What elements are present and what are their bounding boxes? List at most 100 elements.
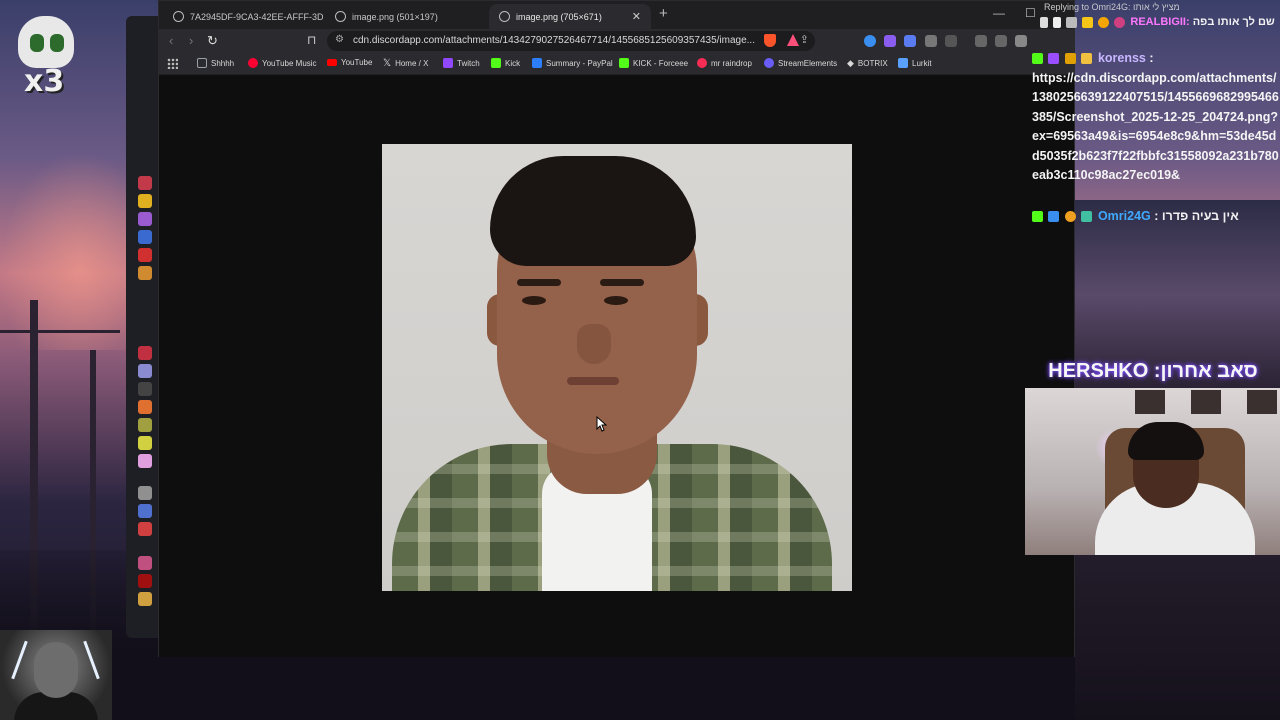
lightning-decoration [11, 640, 28, 680]
bookmark-item[interactable]: Lurkit [898, 58, 932, 68]
bookmark-item[interactable]: Twitch [443, 58, 480, 68]
chat-username[interactable]: Omri24G [1098, 209, 1151, 223]
kick-icon [619, 58, 629, 68]
tab-title: image.png (705×671) [516, 11, 602, 22]
server-icon[interactable] [138, 194, 152, 208]
back-button[interactable]: ‹ [169, 33, 173, 48]
server-icon[interactable] [138, 382, 152, 396]
toolbar: ‹ › ↻ ⊓ ⚙ cdn.discordapp.com/attachments… [159, 29, 1074, 53]
displayed-image[interactable] [382, 144, 852, 591]
extensions-puzzle-icon[interactable] [925, 35, 937, 47]
streamer-avatar [0, 630, 112, 720]
chat-message: Omri24G : אין בעיה פדרו [1032, 209, 1239, 223]
chat-link[interactable]: https://cdn.discordapp.com/attachments/1… [1032, 69, 1280, 186]
url-text: cdn.discordapp.com/attachments/143427902… [353, 35, 755, 46]
emote-eye [30, 34, 44, 52]
tab-2[interactable]: image.png (501×197) [325, 4, 485, 29]
bookmark-label: mr raindrop [711, 58, 752, 68]
bookmark-item[interactable]: YouTube Music [248, 58, 317, 68]
streamer-hair [1128, 422, 1204, 460]
chat-text: אין בעיה פדרו [1161, 209, 1239, 223]
bookmark-label: Kick [505, 58, 521, 68]
globe-icon [499, 11, 510, 22]
brave-shields-icon[interactable] [764, 34, 776, 47]
brave-rewards-icon[interactable] [787, 34, 799, 46]
apps-grid-icon[interactable] [167, 58, 178, 69]
tab-bar: 7A2945DF-9CA3-42EE-AFFF-3D5D3D image.png… [159, 1, 1074, 29]
minimize-button[interactable]: — [993, 6, 1005, 20]
bookmark-item[interactable]: Kick [491, 58, 520, 68]
extension-icon[interactable] [884, 35, 896, 47]
emote-badge-icon [1114, 16, 1126, 28]
server-icon[interactable] [138, 266, 152, 280]
bookmark-label: Twitch [457, 58, 480, 68]
extension-icon[interactable] [904, 35, 916, 47]
tab-1[interactable]: 7A2945DF-9CA3-42EE-AFFF-3D5D3D [163, 4, 323, 29]
sidebar-icon[interactable] [975, 35, 987, 47]
server-icon[interactable] [138, 400, 152, 414]
close-icon[interactable]: ✕ [632, 10, 641, 23]
bookmark-page-button[interactable]: ⊓ [307, 33, 316, 47]
wallet-icon[interactable] [995, 35, 1007, 47]
server-icon[interactable] [138, 436, 152, 450]
bookmark-label: Shhhh [211, 58, 235, 68]
server-icon[interactable] [138, 176, 152, 190]
shield-badge-icon [1066, 16, 1078, 28]
stream-chat-overlay: Replying to Omri24G: מציץ לי אותו REALBI… [1028, 0, 1280, 240]
photo-brow [517, 279, 561, 286]
chat-username[interactable]: korenss [1098, 51, 1146, 65]
bookmark-item[interactable]: Summary - PayPal [532, 58, 613, 68]
server-icon[interactable] [138, 364, 152, 378]
server-icon[interactable] [138, 212, 152, 226]
new-tab-button[interactable]: + [659, 5, 668, 22]
photo-hair [490, 156, 696, 266]
forward-button[interactable]: › [189, 33, 193, 48]
folder-icon [197, 58, 207, 68]
server-icon[interactable] [138, 248, 152, 262]
server-icon[interactable] [138, 574, 152, 588]
screenshot-icon[interactable] [945, 35, 957, 47]
server-icon[interactable] [138, 486, 152, 500]
sub-badge-icon [1098, 16, 1110, 28]
site-info-icon[interactable]: ⚙ [335, 34, 344, 45]
crown-badge-icon [1082, 16, 1094, 28]
bookmark-label: BOTRIX [857, 59, 888, 68]
bookmark-item[interactable]: Shhhh [197, 58, 234, 68]
hourglass-icon [1053, 16, 1062, 28]
background-app-window [126, 16, 160, 638]
bookmark-item[interactable]: mr raindrop [697, 58, 752, 68]
bookmark-item[interactable]: ◆ BOTRIX [847, 58, 888, 69]
server-icon[interactable] [138, 454, 152, 468]
reload-button[interactable]: ↻ [207, 33, 218, 49]
bookmark-item[interactable]: StreamElements [764, 58, 837, 68]
server-icon[interactable] [138, 346, 152, 360]
paypal-icon [532, 58, 542, 68]
wall-poster [1191, 390, 1221, 414]
tab-3[interactable]: image.png (705×671) ✕ [489, 4, 651, 29]
server-icon[interactable] [138, 504, 152, 518]
ai-icon[interactable] [1015, 35, 1027, 47]
raindrop-icon [697, 58, 707, 68]
server-icon[interactable] [138, 418, 152, 432]
kick-badge-icon [1032, 211, 1043, 223]
extension-icon[interactable] [864, 35, 876, 47]
last-sub-title: HERSHKO :סאב אחרון [1048, 360, 1258, 382]
server-icon[interactable] [138, 522, 152, 536]
bookmark-item[interactable]: KICK - Forceee [619, 58, 688, 68]
address-bar[interactable]: ⚙ cdn.discordapp.com/attachments/1434279… [327, 31, 815, 51]
photo-mouth [567, 377, 619, 385]
server-icon[interactable] [138, 230, 152, 244]
server-icon[interactable] [138, 592, 152, 606]
bookmark-item[interactable]: 𝕏 Home / X [383, 58, 428, 69]
server-icon[interactable] [138, 556, 152, 570]
x-icon: 𝕏 [383, 58, 392, 69]
bookmark-label: StreamElements [778, 58, 838, 68]
chat-username[interactable]: REALBIGII: [1130, 16, 1189, 28]
share-icon[interactable]: ⇪ [800, 33, 809, 46]
kick-badge-icon [1032, 53, 1043, 65]
photo-brow [600, 279, 644, 286]
streamelements-icon [764, 58, 774, 68]
bookmarks-bar: Shhhh YouTube Music YouTube 𝕏 Home / X T… [159, 53, 1074, 75]
webcam-feed [1025, 388, 1280, 555]
bookmark-item[interactable]: YouTube [327, 58, 372, 67]
